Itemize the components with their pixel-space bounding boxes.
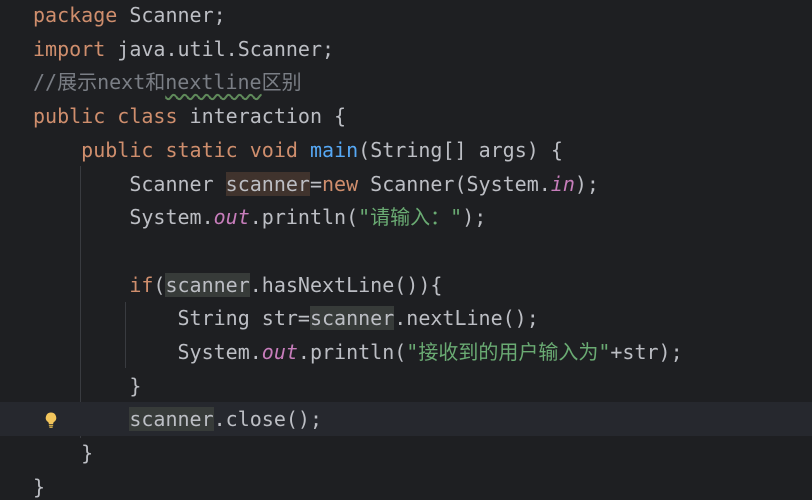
- code-token: scanner: [129, 407, 214, 432]
- code-text: public static void main(String[] args) {: [33, 133, 563, 167]
- code-line[interactable]: System.out.println("接收到的用户输入为"+str);: [0, 335, 812, 369]
- code-text: String str=scanner.nextLine();: [33, 301, 539, 335]
- code-line[interactable]: }: [0, 436, 812, 470]
- code-line[interactable]: if(scanner.hasNextLine()){: [0, 268, 812, 302]
- code-token: Scanner(System.: [358, 171, 551, 196]
- code-token: //展示next和: [33, 70, 166, 95]
- code-token: new: [322, 171, 359, 196]
- code-token: }: [33, 373, 142, 398]
- code-token: Scanner: [33, 171, 226, 196]
- code-text: if(scanner.hasNextLine()){: [33, 268, 442, 302]
- code-text: //展示next和nextline区别: [33, 65, 302, 99]
- code-line[interactable]: }: [0, 369, 812, 403]
- code-text: import java.util.Scanner;: [33, 32, 334, 66]
- code-token: String str=: [33, 306, 310, 331]
- code-text: Scanner scanner=new Scanner(System.in);: [33, 167, 599, 201]
- code-token: public: [33, 104, 106, 129]
- code-token: scanner: [165, 272, 250, 297]
- code-token: .println(: [249, 205, 359, 230]
- code-text: }: [33, 436, 93, 470]
- code-token: in: [550, 171, 575, 196]
- code-token: out: [261, 340, 298, 364]
- code-token: nextline: [165, 70, 262, 95]
- code-token: }: [33, 474, 46, 499]
- code-line[interactable]: scanner.close();: [0, 402, 812, 437]
- code-token: .nextLine();: [394, 306, 539, 331]
- code-line[interactable]: String str=scanner.nextLine();: [0, 301, 812, 335]
- code-token: .hasNextLine()){: [249, 272, 443, 297]
- code-token: interaction {: [177, 104, 347, 129]
- code-token: public: [81, 137, 154, 162]
- code-line[interactable]: package Scanner;: [0, 0, 812, 32]
- code-token: );: [574, 171, 599, 196]
- code-text: package Scanner;: [33, 0, 226, 32]
- code-line[interactable]: //展示next和nextline区别: [0, 65, 812, 99]
- code-editor[interactable]: package Scanner; import java.util.Scanner…: [0, 0, 812, 500]
- code-token: +str);: [610, 340, 683, 364]
- code-token: (String[] args) {: [358, 137, 563, 162]
- code-line[interactable]: public class interaction {: [0, 99, 812, 133]
- code-token: System.: [33, 340, 262, 364]
- code-line[interactable]: public static void main(String[] args) {: [0, 133, 812, 167]
- code-token: }: [33, 441, 94, 466]
- code-token: static: [165, 137, 238, 162]
- code-text: }: [33, 470, 45, 500]
- code-line[interactable]: [0, 234, 812, 268]
- code-text: System.out.println("请输入：");: [33, 200, 486, 234]
- code-token: scanner: [225, 171, 310, 196]
- code-token: System.: [33, 205, 214, 230]
- code-token: scanner: [309, 306, 395, 331]
- code-token: class: [117, 104, 178, 129]
- code-line[interactable]: Scanner scanner=new Scanner(System.in);: [0, 167, 812, 201]
- code-text: }: [33, 369, 141, 403]
- code-token: package: [33, 3, 118, 27]
- code-token: );: [462, 205, 487, 230]
- code-token: 区别: [261, 70, 302, 95]
- code-token: out: [213, 205, 250, 230]
- code-line[interactable]: System.out.println("请输入：");: [0, 200, 812, 234]
- code-token: if: [129, 272, 154, 297]
- code-text: scanner.close();: [33, 402, 322, 436]
- code-text: public class interaction {: [33, 99, 346, 133]
- code-line[interactable]: }: [0, 470, 812, 500]
- code-token: void: [249, 137, 298, 162]
- code-token: "请输入：": [358, 205, 463, 230]
- code-token: import: [33, 36, 106, 61]
- code-text: System.out.println("接收到的用户输入为"+str);: [33, 335, 683, 369]
- code-token: main: [309, 137, 359, 162]
- code-token: .close();: [213, 407, 322, 432]
- code-line[interactable]: import java.util.Scanner;: [0, 32, 812, 66]
- code-token: =: [309, 171, 322, 196]
- code-token: Scanner;: [117, 3, 226, 27]
- code-token: java.util.Scanner;: [105, 36, 335, 61]
- code-token: "接收到的用户输入为": [406, 340, 611, 364]
- code-token: .println(: [297, 340, 407, 364]
- code-token: (: [153, 272, 166, 297]
